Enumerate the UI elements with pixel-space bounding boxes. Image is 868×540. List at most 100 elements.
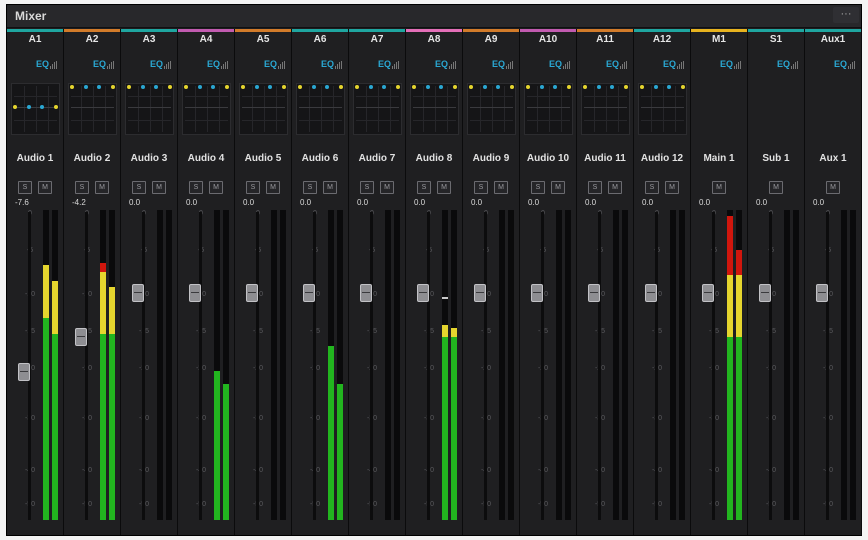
eq-band-dot[interactable] — [396, 85, 400, 89]
eq-toggle[interactable]: EQ — [406, 59, 462, 73]
eq-band-dot[interactable] — [382, 85, 386, 89]
mute-button[interactable]: M — [608, 181, 622, 194]
eq-band-dot[interactable] — [184, 85, 188, 89]
channel-name[interactable]: Audio 11 — [577, 153, 633, 164]
eq-band-dot[interactable] — [27, 105, 31, 109]
eq-band-dot[interactable] — [526, 85, 530, 89]
eq-band-dot[interactable] — [84, 85, 88, 89]
solo-button[interactable]: S — [132, 181, 146, 194]
eq-band-dot[interactable] — [597, 85, 601, 89]
eq-band-dot[interactable] — [453, 85, 457, 89]
mute-button[interactable]: M — [665, 181, 679, 194]
track-label[interactable]: M1 — [691, 34, 747, 45]
eq-graph-thumbnail[interactable] — [296, 83, 345, 135]
eq-graph-thumbnail[interactable] — [182, 83, 231, 135]
eq-toggle[interactable]: EQ — [64, 59, 120, 73]
solo-button[interactable]: S — [360, 181, 374, 194]
volume-fader[interactable] — [303, 284, 315, 302]
solo-button[interactable]: S — [189, 181, 203, 194]
eq-band-dot[interactable] — [225, 85, 229, 89]
channel-name[interactable]: Audio 7 — [349, 153, 405, 164]
eq-graph-thumbnail[interactable] — [125, 83, 174, 135]
mute-button[interactable]: M — [551, 181, 565, 194]
track-label[interactable]: A4 — [178, 34, 234, 45]
solo-button[interactable]: S — [531, 181, 545, 194]
eq-band-dot[interactable] — [667, 85, 671, 89]
eq-band-dot[interactable] — [640, 85, 644, 89]
volume-fader[interactable] — [702, 284, 714, 302]
eq-graph-thumbnail[interactable] — [467, 83, 516, 135]
track-label[interactable]: Aux1 — [805, 34, 861, 45]
channel-name[interactable]: Aux 1 — [805, 153, 861, 164]
eq-band-dot[interactable] — [111, 85, 115, 89]
track-label[interactable]: A6 — [292, 34, 348, 45]
eq-band-dot[interactable] — [567, 85, 571, 89]
eq-band-dot[interactable] — [553, 85, 557, 89]
eq-band-dot[interactable] — [681, 85, 685, 89]
track-label[interactable]: A12 — [634, 34, 690, 45]
eq-band-dot[interactable] — [13, 105, 17, 109]
eq-band-dot[interactable] — [355, 85, 359, 89]
mute-button[interactable]: M — [437, 181, 451, 194]
eq-band-dot[interactable] — [469, 85, 473, 89]
volume-fader[interactable] — [75, 328, 87, 346]
mute-button[interactable]: M — [826, 181, 840, 194]
track-label[interactable]: A7 — [349, 34, 405, 45]
track-label[interactable]: A10 — [520, 34, 576, 45]
eq-band-dot[interactable] — [624, 85, 628, 89]
volume-fader[interactable] — [588, 284, 600, 302]
channel-name[interactable]: Audio 12 — [634, 153, 690, 164]
channel-name[interactable]: Audio 8 — [406, 153, 462, 164]
eq-band-dot[interactable] — [540, 85, 544, 89]
eq-band-dot[interactable] — [70, 85, 74, 89]
mute-button[interactable]: M — [769, 181, 783, 194]
solo-button[interactable]: S — [75, 181, 89, 194]
volume-fader[interactable] — [816, 284, 828, 302]
channel-name[interactable]: Audio 3 — [121, 153, 177, 164]
volume-fader[interactable] — [132, 284, 144, 302]
eq-band-dot[interactable] — [211, 85, 215, 89]
track-label[interactable]: A5 — [235, 34, 291, 45]
eq-toggle[interactable]: EQ — [292, 59, 348, 73]
eq-graph-thumbnail[interactable] — [638, 83, 687, 135]
volume-fader[interactable] — [417, 284, 429, 302]
channel-name[interactable]: Audio 2 — [64, 153, 120, 164]
eq-band-dot[interactable] — [97, 85, 101, 89]
eq-graph-thumbnail[interactable] — [11, 83, 60, 135]
ellipsis-icon[interactable]: ··· — [833, 7, 859, 23]
eq-band-dot[interactable] — [412, 85, 416, 89]
eq-toggle[interactable]: EQ — [235, 59, 291, 73]
track-label[interactable]: A2 — [64, 34, 120, 45]
track-label[interactable]: A3 — [121, 34, 177, 45]
channel-name[interactable]: Audio 9 — [463, 153, 519, 164]
channel-name[interactable]: Main 1 — [691, 153, 747, 164]
eq-band-dot[interactable] — [141, 85, 145, 89]
mute-button[interactable]: M — [494, 181, 508, 194]
solo-button[interactable]: S — [417, 181, 431, 194]
mute-button[interactable]: M — [152, 181, 166, 194]
eq-band-dot[interactable] — [282, 85, 286, 89]
solo-button[interactable]: S — [303, 181, 317, 194]
mute-button[interactable]: M — [266, 181, 280, 194]
solo-button[interactable]: S — [588, 181, 602, 194]
volume-fader[interactable] — [246, 284, 258, 302]
mute-button[interactable]: M — [95, 181, 109, 194]
track-label[interactable]: A1 — [7, 34, 63, 45]
track-label[interactable]: A9 — [463, 34, 519, 45]
eq-band-dot[interactable] — [339, 85, 343, 89]
eq-band-dot[interactable] — [241, 85, 245, 89]
volume-fader[interactable] — [645, 284, 657, 302]
eq-graph-thumbnail[interactable] — [524, 83, 573, 135]
track-label[interactable]: A11 — [577, 34, 633, 45]
eq-band-dot[interactable] — [168, 85, 172, 89]
channel-name[interactable]: Sub 1 — [748, 153, 804, 164]
eq-band-dot[interactable] — [583, 85, 587, 89]
eq-band-dot[interactable] — [154, 85, 158, 89]
eq-band-dot[interactable] — [268, 85, 272, 89]
eq-band-dot[interactable] — [439, 85, 443, 89]
eq-band-dot[interactable] — [298, 85, 302, 89]
volume-fader[interactable] — [189, 284, 201, 302]
channel-name[interactable]: Audio 5 — [235, 153, 291, 164]
eq-toggle[interactable]: EQ — [178, 59, 234, 73]
eq-toggle[interactable]: EQ — [463, 59, 519, 73]
